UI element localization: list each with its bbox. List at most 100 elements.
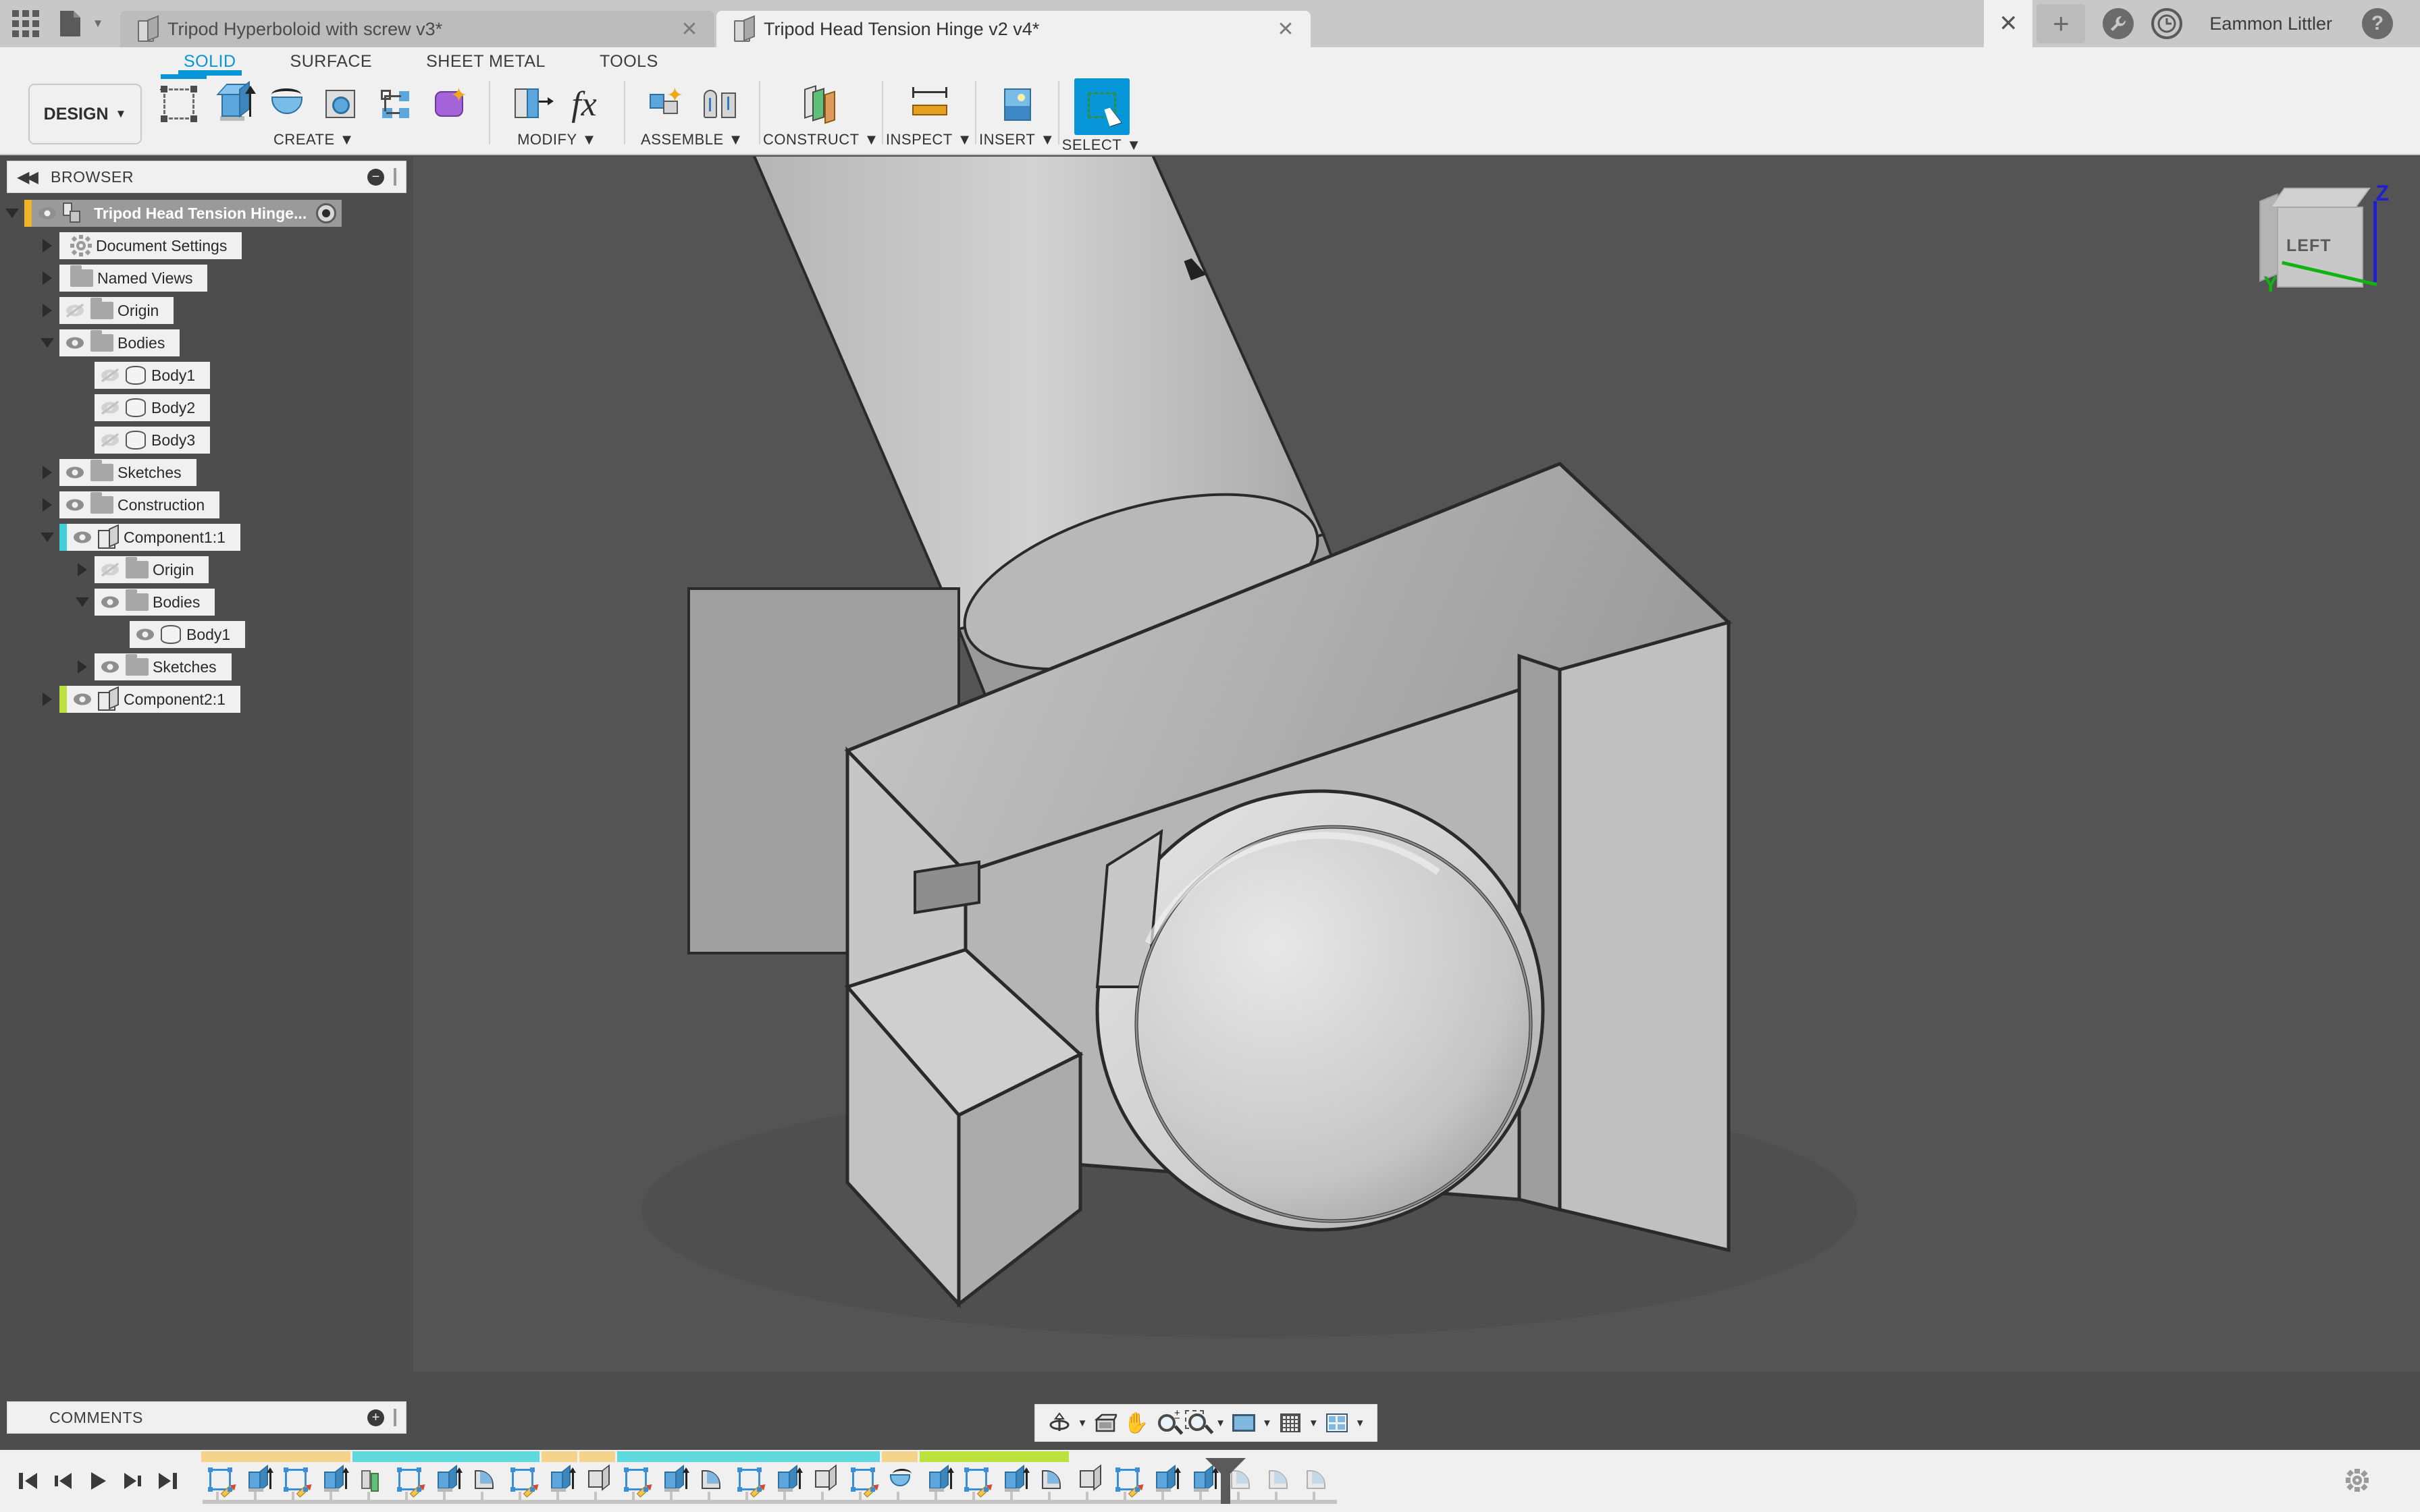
tree-twisty-closed-icon[interactable]: [70, 660, 95, 674]
view-cube[interactable]: LEFT Z Y: [2244, 177, 2400, 305]
measure-button[interactable]: [904, 78, 954, 130]
ribbon-group-assemble-label[interactable]: ASSEMBLE ▼: [641, 131, 743, 148]
timeline-play-button[interactable]: [82, 1463, 113, 1498]
tree-row-content[interactable]: Sketches: [59, 459, 196, 486]
tree-row[interactable]: Named Views: [0, 262, 412, 294]
eye-visible-icon[interactable]: [130, 627, 161, 642]
ribbon-group-select-label[interactable]: SELECT ▼: [1062, 136, 1142, 154]
timeline-go-to-end-button[interactable]: [153, 1463, 184, 1498]
timeline-step-back-button[interactable]: [47, 1463, 78, 1498]
timeline-feature-fillet-icon[interactable]: [466, 1462, 504, 1497]
timeline-step-forward-button[interactable]: [117, 1463, 149, 1498]
timeline-feature-sketch-icon[interactable]: [201, 1462, 239, 1497]
timeline-feature-sketch-icon[interactable]: [844, 1462, 882, 1497]
tree-row-content[interactable]: Body3: [95, 427, 210, 454]
new-file-dropdown-caret[interactable]: ▼: [89, 5, 107, 43]
tree-row-content[interactable]: Body1: [130, 621, 245, 648]
zoom-window-icon[interactable]: [1183, 1408, 1212, 1438]
timeline-feature-sketch-icon[interactable]: [731, 1462, 768, 1497]
tree-row[interactable]: Component1:1: [0, 521, 412, 554]
look-at-icon[interactable]: [1091, 1408, 1120, 1438]
timeline-feature-sketch-icon[interactable]: [957, 1462, 995, 1497]
timeline-playhead-marker[interactable]: [1221, 1458, 1230, 1504]
timeline-feature-extrude-icon[interactable]: [239, 1462, 277, 1497]
eye-hidden-icon[interactable]: [95, 400, 126, 415]
tree-row-content[interactable]: Sketches: [95, 653, 232, 680]
window-close-icon[interactable]: ✕: [1984, 0, 2032, 47]
insert-canvas-button[interactable]: [992, 78, 1042, 130]
eye-visible-icon[interactable]: [95, 659, 126, 674]
eye-hidden-icon[interactable]: [95, 433, 126, 448]
eye-visible-icon[interactable]: [59, 335, 90, 350]
timeline-feature-sketch-icon[interactable]: [390, 1462, 428, 1497]
timeline-feature-fillet-icon[interactable]: [693, 1462, 731, 1497]
timeline-feature-fillet-icon[interactable]: [1298, 1462, 1336, 1497]
eye-hidden-icon[interactable]: [95, 368, 126, 383]
tree-twisty-closed-icon[interactable]: [35, 466, 59, 479]
tree-row[interactable]: Tripod Head Tension Hinge...: [0, 197, 412, 230]
timeline-feature-solid-icon[interactable]: [806, 1462, 844, 1497]
tree-row-content[interactable]: Origin: [95, 556, 209, 583]
timeline-feature-fillet-icon[interactable]: [1260, 1462, 1298, 1497]
ribbon-group-modify-label[interactable]: MODIFY ▼: [517, 131, 597, 148]
tree-row[interactable]: Bodies: [0, 586, 412, 618]
document-tab-1-close-icon[interactable]: ✕: [678, 18, 701, 41]
tree-row[interactable]: Sketches: [0, 651, 412, 683]
press-pull-button[interactable]: [505, 78, 555, 130]
ribbon-group-create-label[interactable]: CREATE ▼: [273, 131, 354, 148]
tree-row-content[interactable]: Named Views: [59, 265, 207, 292]
tree-twisty-closed-icon[interactable]: [35, 304, 59, 317]
eye-hidden-icon[interactable]: [95, 562, 126, 577]
tree-row[interactable]: Body1: [0, 618, 412, 651]
timeline-feature-solid-icon[interactable]: [1071, 1462, 1109, 1497]
browser-collapse-icon[interactable]: ◀◀: [17, 167, 51, 187]
help-icon[interactable]: ?: [2362, 8, 2393, 39]
timeline-feature-fillet-icon[interactable]: [1033, 1462, 1071, 1497]
timeline-feature-extrude-icon[interactable]: [1147, 1462, 1184, 1497]
timeline-feature-extrude-icon[interactable]: [995, 1462, 1033, 1497]
tree-row-content[interactable]: Tripod Head Tension Hinge...: [24, 200, 342, 227]
orbit-dropdown-caret[interactable]: ▼: [1075, 1408, 1090, 1438]
tree-row[interactable]: Body2: [0, 392, 412, 424]
ribbon-group-inspect-label[interactable]: INSPECT ▼: [886, 131, 972, 148]
timeline-feature-sketch-icon[interactable]: [1109, 1462, 1147, 1497]
tree-row[interactable]: Origin: [0, 554, 412, 586]
display-settings-icon[interactable]: [1229, 1408, 1258, 1438]
tree-row-content[interactable]: Origin: [59, 297, 174, 324]
tab-tools[interactable]: TOOLS: [593, 47, 665, 76]
apps-grid-icon[interactable]: [7, 5, 45, 43]
tree-row-content[interactable]: Bodies: [95, 589, 215, 616]
timeline-feature-extrude-icon[interactable]: [655, 1462, 693, 1497]
eye-visible-icon[interactable]: [95, 595, 126, 610]
tab-sheet-metal[interactable]: SHEET METAL: [419, 47, 552, 76]
view-cube-top-face[interactable]: [2269, 188, 2371, 208]
tree-row[interactable]: Component2:1: [0, 683, 412, 716]
new-component-button[interactable]: ✦: [640, 78, 690, 130]
browser-minimize-icon[interactable]: −: [367, 169, 384, 186]
tree-row[interactable]: Document Settings: [0, 230, 412, 262]
timeline-feature-plane-icon[interactable]: [352, 1462, 390, 1497]
timeline-feature-extrude-icon[interactable]: [315, 1462, 352, 1497]
browser-resize-grip[interactable]: [394, 168, 396, 186]
timeline-settings-gear-icon[interactable]: [2344, 1467, 2370, 1493]
ribbon-group-construct-label[interactable]: CONSTRUCT ▼: [763, 131, 879, 148]
tree-twisty-open-icon[interactable]: [70, 597, 95, 607]
timeline-feature-extrude-icon[interactable]: [768, 1462, 806, 1497]
timeline-feature-extrude-icon[interactable]: [920, 1462, 957, 1497]
tree-row-content[interactable]: Bodies: [59, 329, 180, 356]
comments-resize-grip[interactable]: [394, 1409, 396, 1426]
ribbon-group-insert-label[interactable]: INSERT ▼: [979, 131, 1055, 148]
tree-row-content[interactable]: Body2: [95, 394, 210, 421]
tools-wrench-icon[interactable]: [2103, 8, 2134, 39]
eye-visible-icon[interactable]: [67, 692, 98, 707]
tree-twisty-closed-icon[interactable]: [35, 498, 59, 512]
parameters-button[interactable]: fx: [559, 78, 609, 130]
create-sketch-button[interactable]: +: [154, 78, 204, 130]
tree-row[interactable]: Construction: [0, 489, 412, 521]
timeline-feature-sketch-icon[interactable]: [504, 1462, 542, 1497]
tree-row-content[interactable]: Construction: [59, 491, 219, 518]
tab-solid[interactable]: SOLID: [177, 47, 243, 76]
joint-button[interactable]: [694, 78, 744, 130]
design-workspace-button[interactable]: DESIGN ▼: [28, 84, 142, 144]
sweep-button[interactable]: [316, 78, 366, 130]
